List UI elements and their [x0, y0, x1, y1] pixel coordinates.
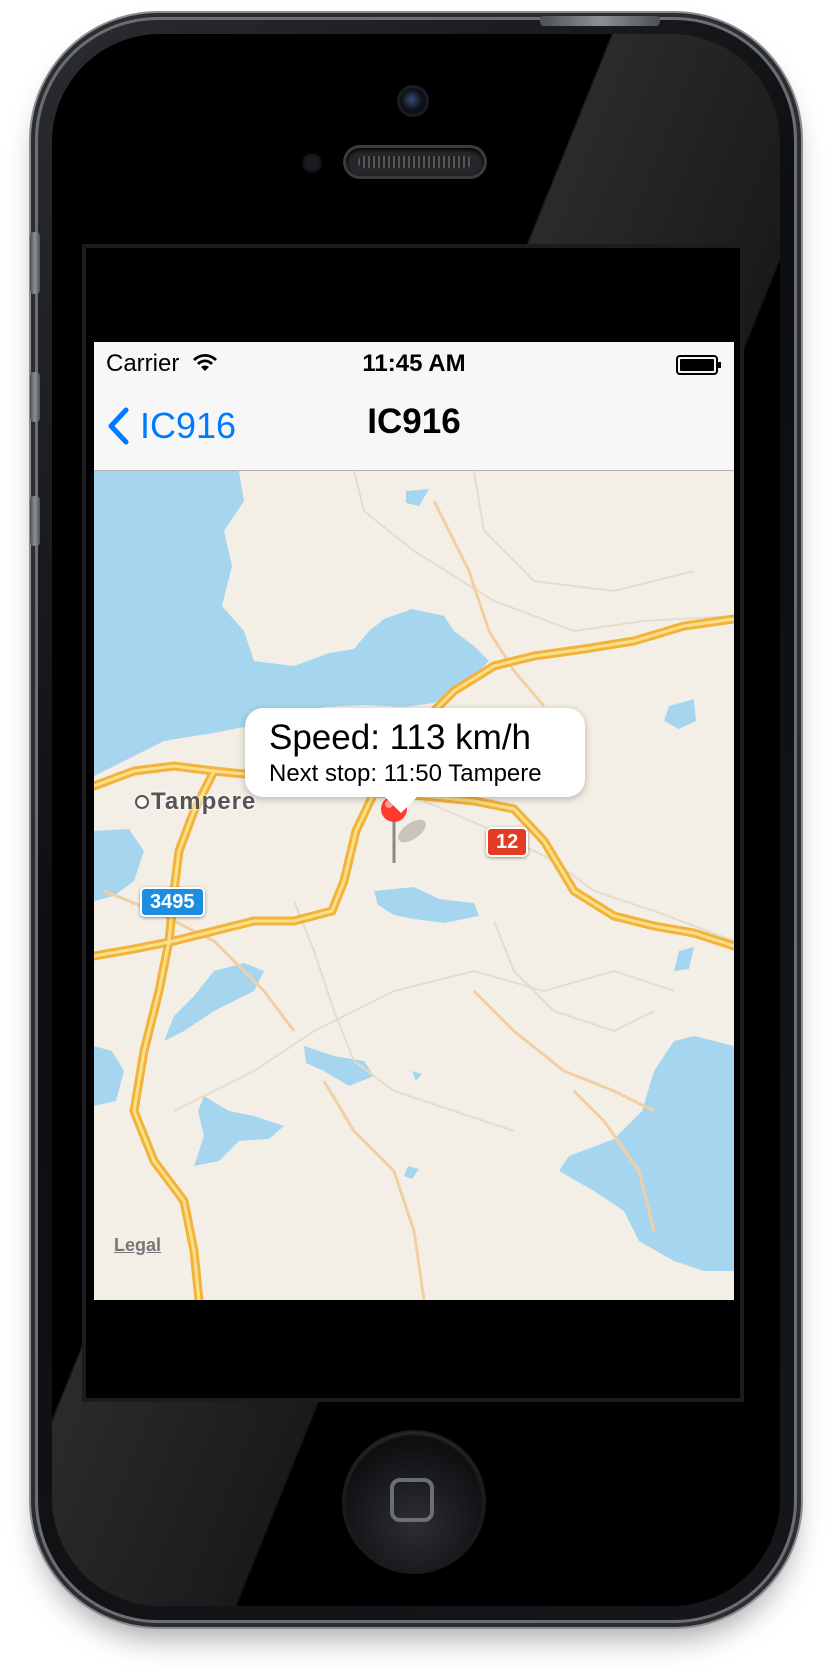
power-button	[540, 16, 660, 26]
road-shield-12: 12	[486, 827, 529, 857]
front-camera	[400, 88, 426, 114]
volume-down-button	[30, 496, 40, 546]
page-title: IC916	[367, 402, 461, 441]
map-canvas	[94, 470, 734, 1300]
pin-callout[interactable]: Speed: 113 km/h Next stop: 11:50 Tampere	[245, 708, 585, 813]
home-square-icon	[390, 1478, 434, 1522]
home-button[interactable]	[344, 1432, 484, 1572]
navigation-bar: IC916 IC916	[94, 382, 734, 471]
road-shield-3495: 3495	[140, 887, 205, 917]
ringer-switch	[30, 232, 40, 294]
speed-label: Speed: 113 km/h	[269, 718, 532, 757]
legal-link[interactable]: Legal	[114, 1235, 161, 1256]
next-stop-label: Next stop: 11:50 Tampere	[269, 760, 542, 787]
app-screen: Carrier 11:45 AM IC916 IC916 Tampere 349…	[94, 342, 734, 1300]
map-view[interactable]: Tampere 3495 12 Speed: 113 km/h Next sto…	[94, 470, 734, 1300]
earpiece-speaker	[346, 148, 484, 176]
status-bar: Carrier 11:45 AM	[94, 342, 734, 382]
city-dot	[135, 795, 149, 809]
city-label-tampere: Tampere	[151, 788, 257, 815]
battery-icon	[676, 354, 721, 375]
status-time: 11:45 AM	[362, 350, 466, 377]
volume-up-button	[30, 372, 40, 422]
proximity-sensor	[302, 153, 322, 173]
